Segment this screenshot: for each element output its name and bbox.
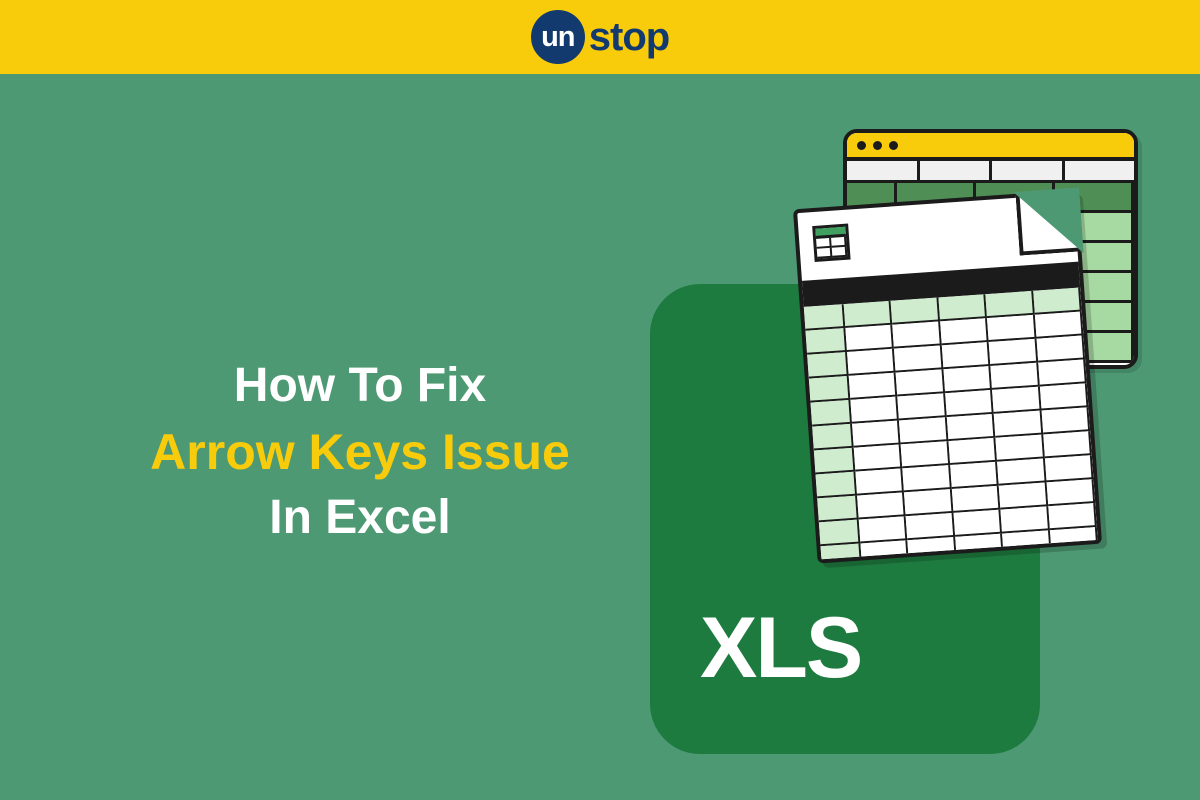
tab-icon (920, 161, 993, 180)
window-titlebar (847, 133, 1134, 161)
headline-line-3: In Excel (120, 486, 600, 551)
logo-inner-text: un (541, 21, 574, 54)
illustration-group: XLS (650, 134, 1130, 754)
top-banner: un stop (0, 0, 1200, 74)
headline-line-2: Arrow Keys Issue (120, 419, 600, 487)
logo-badge: un (531, 10, 585, 64)
headline-line-1: How To Fix (120, 354, 600, 419)
tab-icon (1065, 161, 1135, 180)
sheet-mini-icon (812, 224, 850, 262)
window-dot-icon (889, 141, 898, 150)
tab-row (847, 161, 1134, 183)
headline-block: How To Fix Arrow Keys Issue In Excel (120, 354, 600, 551)
window-dot-icon (857, 141, 866, 150)
tab-icon (992, 161, 1065, 180)
tab-icon (847, 161, 920, 180)
hero-area: How To Fix Arrow Keys Issue In Excel (0, 74, 1200, 800)
spreadsheet-document-icon (793, 189, 1102, 563)
logo-outer-text: stop (589, 15, 669, 60)
xls-label: XLS (700, 599, 861, 698)
grid-icon (804, 288, 1098, 560)
window-dot-icon (873, 141, 882, 150)
